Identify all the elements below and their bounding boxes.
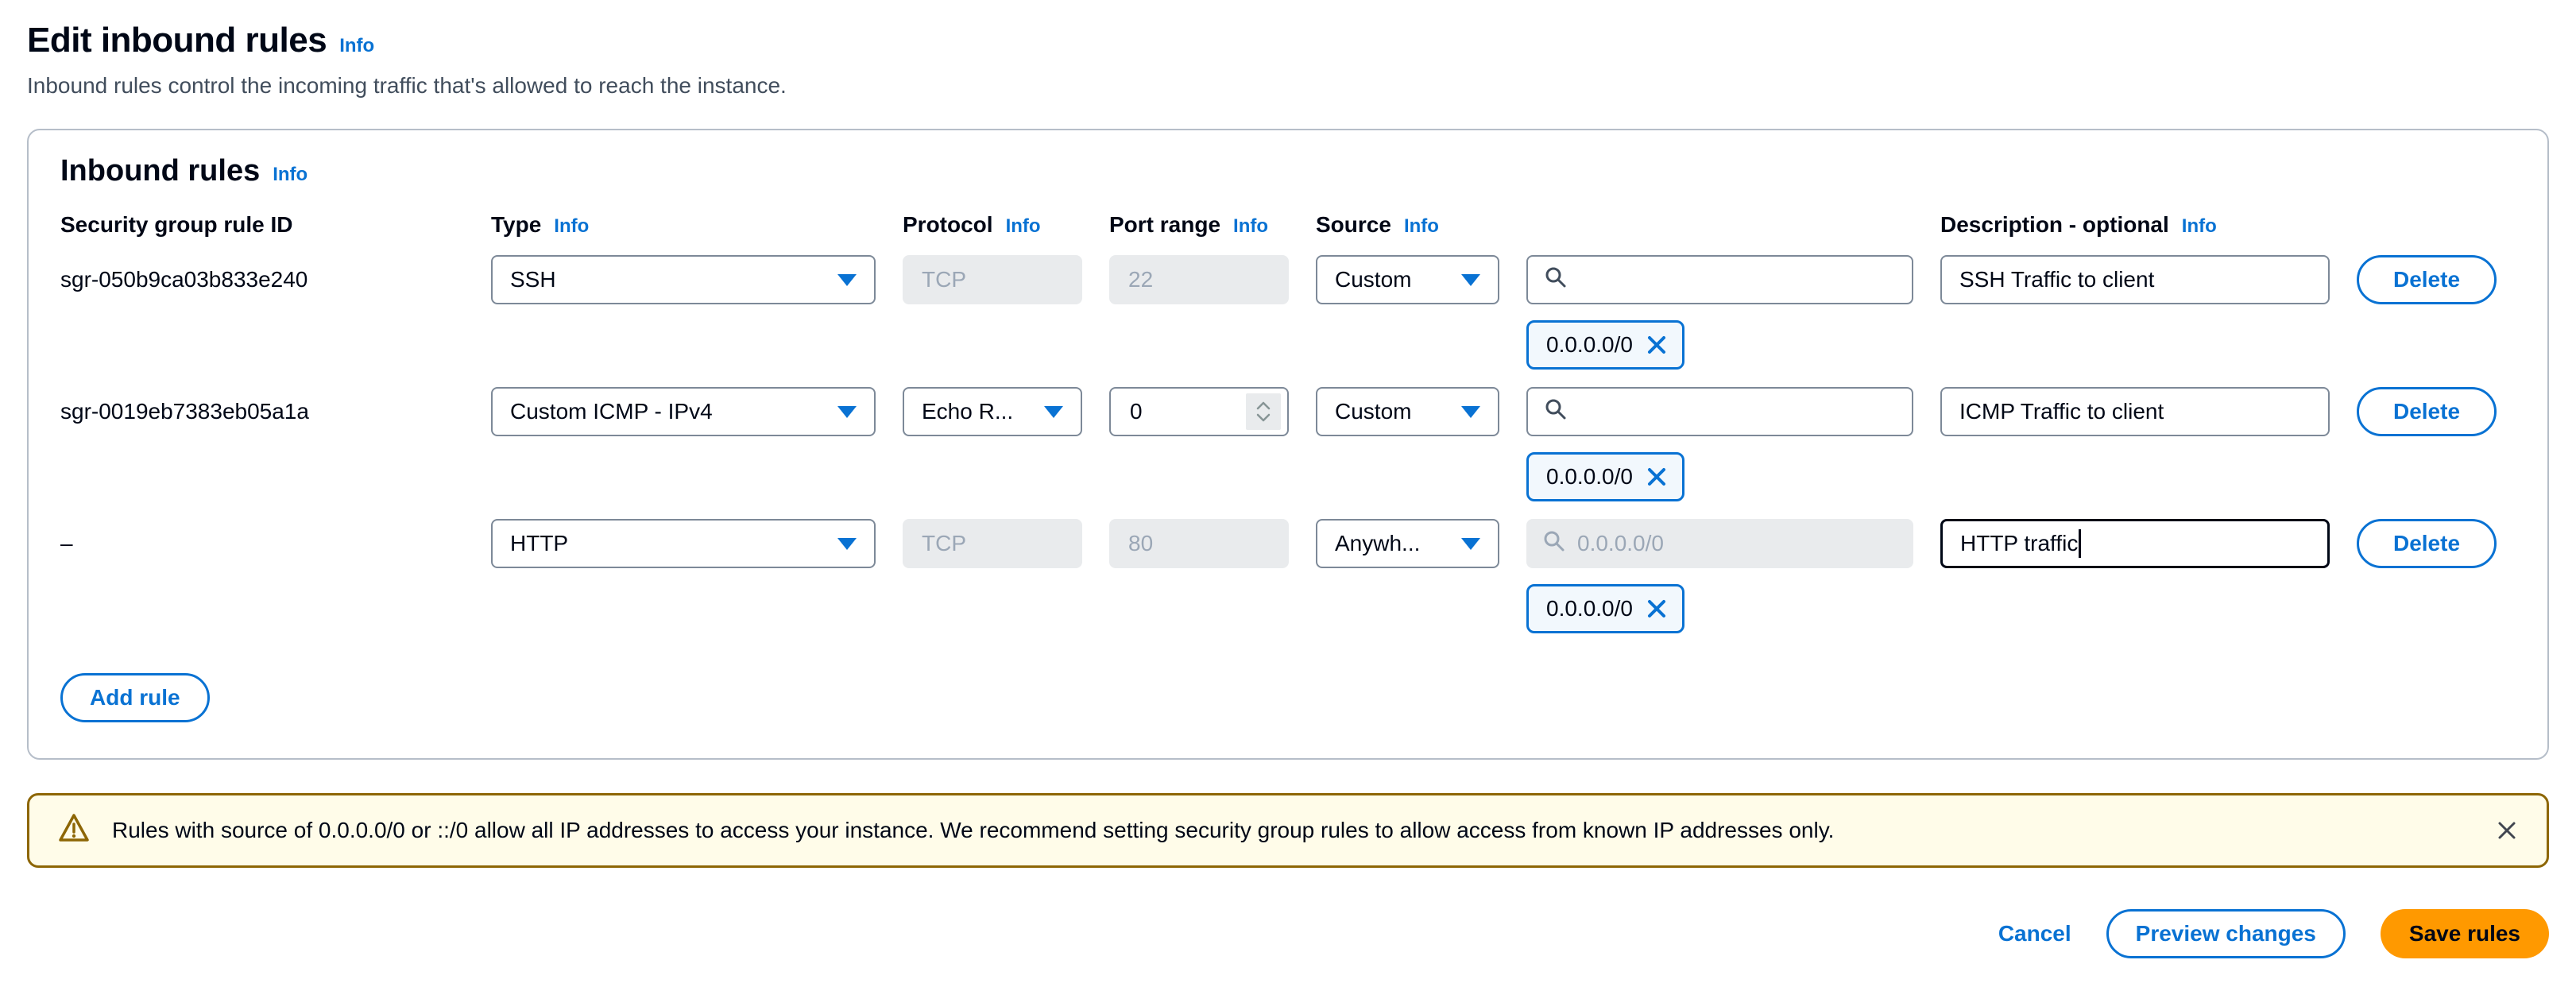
port-input-wrap [1109, 387, 1289, 436]
source-mode-select[interactable]: Anywh... [1316, 519, 1499, 568]
page-subtitle: Inbound rules control the incoming traff… [27, 73, 2549, 99]
panel-info-link[interactable]: Info [273, 164, 307, 186]
remove-cidr-icon[interactable] [1646, 334, 1668, 356]
chevron-down-icon [1461, 274, 1480, 286]
chevron-down-icon [837, 538, 857, 550]
description-input[interactable] [1940, 387, 2330, 436]
type-info-link[interactable]: Info [554, 215, 589, 238]
port-field-disabled: 22 [1109, 255, 1289, 304]
panel-title-row: Inbound rules Info [60, 154, 2516, 188]
column-header-port-range: Port range Info [1109, 212, 1289, 238]
type-select[interactable]: HTTP [491, 519, 876, 568]
delete-rule-button[interactable]: Delete [2357, 255, 2497, 304]
rule-id: sgr-050b9ca03b833e240 [60, 267, 464, 292]
page-title-row: Edit inbound rules Info [27, 21, 2549, 60]
source-search-box-disabled [1526, 519, 1913, 568]
search-icon [1542, 529, 1566, 559]
protocol-field-disabled: TCP [903, 255, 1082, 304]
close-icon[interactable] [2494, 818, 2520, 843]
rule-id: – [60, 531, 464, 556]
source-mode-select[interactable]: Custom [1316, 255, 1499, 304]
rule-id: sgr-0019eb7383eb05a1a [60, 399, 464, 424]
description-info-link[interactable]: Info [2182, 215, 2217, 238]
delete-rule-button[interactable]: Delete [2357, 519, 2497, 568]
page-title: Edit inbound rules [27, 21, 327, 60]
column-header-protocol: Protocol Info [903, 212, 1082, 238]
port-field-disabled: 80 [1109, 519, 1289, 568]
description-input-focused[interactable]: HTTP traffic [1940, 519, 2330, 568]
source-chip-row: 0.0.0.0/0 [60, 320, 2516, 370]
column-header-source: Source Info [1316, 212, 1499, 238]
search-icon [1544, 265, 1568, 295]
source-info-link[interactable]: Info [1404, 215, 1439, 238]
rule-row-http: – HTTP TCP 80 Anywh... HTTP traffic Dele… [60, 519, 2516, 568]
port-range-info-link[interactable]: Info [1233, 215, 1268, 238]
column-header-type: Type Info [491, 212, 876, 238]
port-stepper[interactable] [1246, 393, 1281, 430]
source-cidr-chip: 0.0.0.0/0 [1526, 584, 1684, 633]
chevron-down-icon [837, 274, 857, 286]
page-header: Edit inbound rules Info Inbound rules co… [0, 0, 2576, 99]
chevron-down-icon [1461, 406, 1480, 418]
source-search-input-disabled [1577, 519, 1897, 568]
description-input[interactable] [1940, 255, 2330, 304]
footer-actions: Cancel Preview changes Save rules [27, 909, 2549, 958]
cancel-button[interactable]: Cancel [1998, 921, 2071, 946]
source-chip-row: 0.0.0.0/0 [60, 584, 2516, 633]
source-mode-select[interactable]: Custom [1316, 387, 1499, 436]
preview-changes-button[interactable]: Preview changes [2106, 909, 2346, 958]
panel-title: Inbound rules [60, 154, 260, 188]
warning-text: Rules with source of 0.0.0.0/0 or ::/0 a… [112, 818, 1834, 843]
column-header-description: Description - optional Info [1940, 212, 2330, 238]
source-cidr-chip: 0.0.0.0/0 [1526, 452, 1684, 501]
chevron-down-icon [837, 406, 857, 418]
chevron-down-icon [1461, 538, 1480, 550]
remove-cidr-icon[interactable] [1646, 466, 1668, 488]
protocol-select[interactable]: Echo R... [903, 387, 1082, 436]
type-select[interactable]: Custom ICMP - IPv4 [491, 387, 876, 436]
source-search-box[interactable] [1526, 387, 1913, 436]
source-chip-row: 0.0.0.0/0 [60, 452, 2516, 501]
column-header-row: Security group rule ID Type Info Protoco… [60, 212, 2516, 238]
source-cidr-chip: 0.0.0.0/0 [1526, 320, 1684, 370]
type-select[interactable]: SSH [491, 255, 876, 304]
rule-row-ssh: sgr-050b9ca03b833e240 SSH TCP 22 Custom … [60, 255, 2516, 304]
delete-rule-button[interactable]: Delete [2357, 387, 2497, 436]
source-search-box[interactable] [1526, 255, 1913, 304]
column-header-id: Security group rule ID [60, 212, 464, 238]
protocol-field-disabled: TCP [903, 519, 1082, 568]
add-rule-button[interactable]: Add rule [60, 673, 210, 722]
warning-banner: Rules with source of 0.0.0.0/0 or ::/0 a… [27, 793, 2549, 868]
text-cursor [2079, 529, 2081, 558]
chevron-down-icon [1044, 406, 1063, 418]
inbound-rules-panel: Inbound rules Info Security group rule I… [27, 129, 2549, 760]
protocol-info-link[interactable]: Info [1006, 215, 1041, 238]
rule-row-icmp: sgr-0019eb7383eb05a1a Custom ICMP - IPv4… [60, 387, 2516, 436]
remove-cidr-icon[interactable] [1646, 598, 1668, 620]
source-search-input[interactable] [1579, 257, 1896, 303]
warning-icon [56, 811, 91, 851]
source-search-input[interactable] [1579, 389, 1896, 435]
page-info-link[interactable]: Info [339, 35, 374, 57]
search-icon [1544, 397, 1568, 427]
save-rules-button[interactable]: Save rules [2381, 909, 2549, 958]
